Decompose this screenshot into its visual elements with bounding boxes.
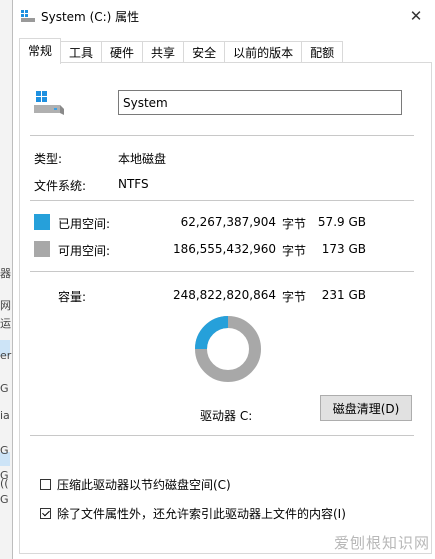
index-checkbox[interactable] bbox=[40, 508, 51, 519]
used-space-size: 57.9 GB bbox=[317, 215, 366, 229]
drive-label: 驱动器 C: bbox=[200, 409, 253, 423]
tab-bar: 常规 工具 硬件 共享 安全 以前的版本 配额 bbox=[19, 38, 344, 64]
disk-cleanup-button[interactable]: 磁盘清理(D) bbox=[320, 395, 412, 421]
free-space-bytes: 186,555,432,960 bbox=[172, 242, 276, 256]
window-title: System (C:) 属性 bbox=[41, 10, 140, 24]
type-label: 类型: bbox=[34, 152, 63, 166]
capacity-bytes: 248,822,820,864 bbox=[172, 288, 276, 302]
background-text: 运 bbox=[0, 317, 11, 330]
tab-sharing[interactable]: 共享 bbox=[142, 41, 185, 64]
background-text: ia bbox=[0, 409, 10, 422]
donut-used-segment bbox=[195, 316, 229, 350]
background-text: (( bbox=[0, 477, 9, 490]
used-space-swatch bbox=[34, 214, 50, 230]
type-value: 本地磁盘 bbox=[118, 152, 167, 166]
compress-option[interactable]: 压缩此驱动器以节约磁盘空间(C) bbox=[40, 476, 231, 493]
index-option[interactable]: 除了文件属性外，还允许索引此驱动器上文件的内容(I) bbox=[40, 505, 346, 522]
tab-general[interactable]: 常规 bbox=[19, 38, 62, 64]
close-icon: ✕ bbox=[409, 7, 423, 25]
compress-checkbox[interactable] bbox=[40, 479, 51, 490]
used-space-unit: 字节 bbox=[282, 217, 307, 231]
filesystem-label: 文件系统: bbox=[34, 179, 87, 193]
tab-security[interactable]: 安全 bbox=[183, 41, 226, 64]
compress-option-label: 压缩此驱动器以节约磁盘空间(C) bbox=[57, 478, 231, 492]
filesystem-value: NTFS bbox=[118, 177, 149, 191]
background-text: 网 bbox=[0, 299, 11, 312]
capacity-size: 231 GB bbox=[321, 288, 366, 302]
capacity-label: 容量: bbox=[58, 290, 87, 304]
volume-name-input[interactable] bbox=[118, 90, 402, 115]
drive-icon bbox=[34, 91, 64, 115]
used-space-bytes: 62,267,387,904 bbox=[180, 215, 276, 229]
capacity-unit: 字节 bbox=[282, 290, 307, 304]
tab-quota[interactable]: 配额 bbox=[301, 41, 344, 64]
free-space-swatch bbox=[34, 241, 50, 257]
tab-hardware[interactable]: 硬件 bbox=[101, 41, 144, 64]
background-text: 器 bbox=[0, 267, 11, 280]
background-text: G bbox=[0, 493, 9, 506]
divider bbox=[30, 271, 414, 272]
free-space-unit: 字节 bbox=[282, 244, 307, 258]
close-button[interactable]: ✕ bbox=[402, 4, 430, 28]
divider bbox=[30, 435, 414, 436]
used-space-label: 已用空间: bbox=[58, 217, 111, 231]
tab-tools[interactable]: 工具 bbox=[60, 41, 103, 64]
title-bar[interactable]: System (C:) 属性 ✕ bbox=[13, 0, 435, 32]
properties-dialog: System (C:) 属性 ✕ 常规 工具 硬件 共享 安全 以前的版本 配额… bbox=[12, 0, 435, 559]
free-space-size: 173 GB bbox=[321, 242, 366, 256]
drive-icon bbox=[21, 10, 35, 22]
index-option-label: 除了文件属性外，还允许索引此驱动器上文件的内容(I) bbox=[57, 507, 346, 521]
tab-previous-versions[interactable]: 以前的版本 bbox=[224, 41, 303, 64]
background-text: G bbox=[0, 382, 9, 395]
watermark-text: 爱刨根知识网 bbox=[333, 534, 430, 552]
free-space-label: 可用空间: bbox=[58, 244, 111, 258]
divider bbox=[30, 200, 414, 201]
background-text: er bbox=[0, 349, 12, 362]
general-panel: 类型: 本地磁盘 文件系统: NTFS 已用空间: 62,267,387,904… bbox=[19, 62, 432, 554]
background-text: G bbox=[0, 444, 9, 457]
divider bbox=[30, 135, 414, 136]
usage-donut-chart bbox=[195, 316, 261, 382]
